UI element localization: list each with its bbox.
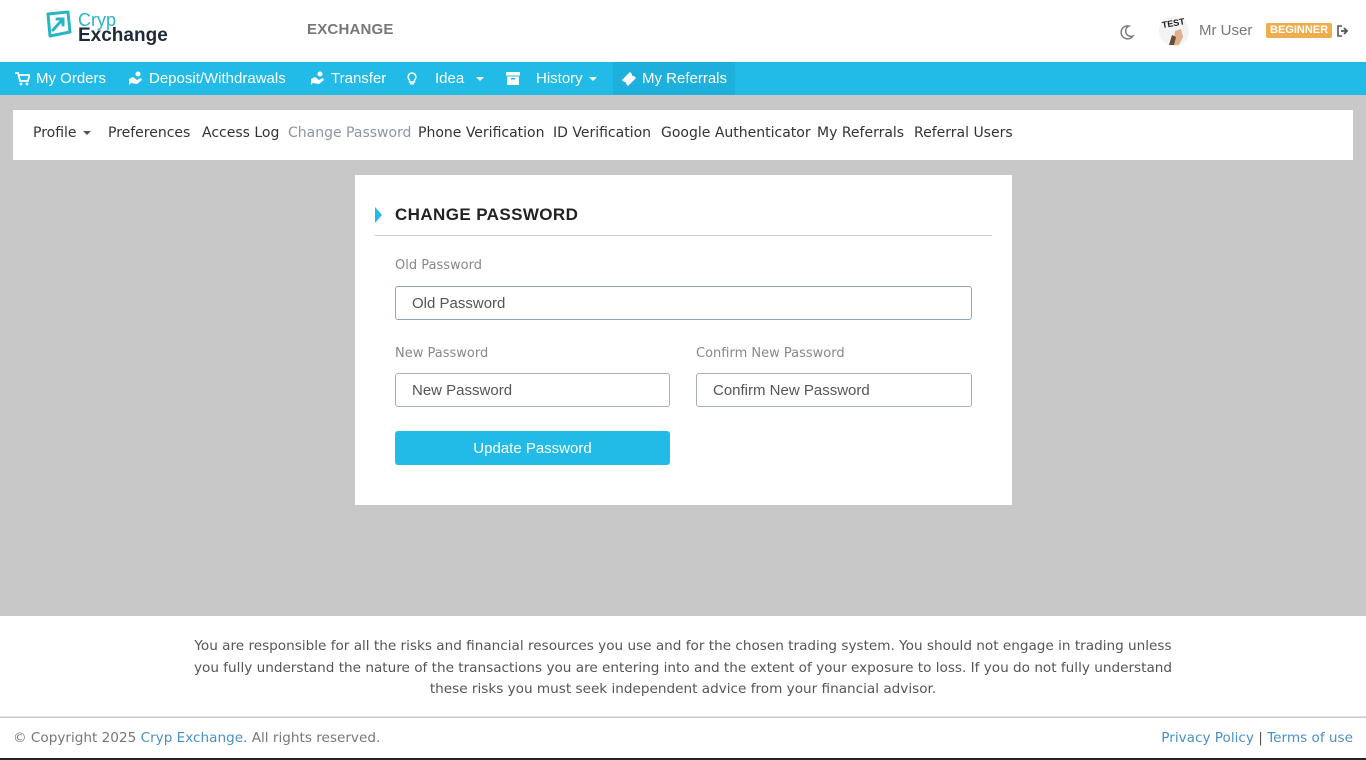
change-password-card: CHANGE PASSWORD Old Password New Passwor… <box>355 175 1012 505</box>
card-title: CHANGE PASSWORD <box>395 205 579 224</box>
ticket-icon <box>622 72 636 86</box>
nav-label: History <box>536 70 583 87</box>
copyright-prefix: © Copyright 2025 <box>13 730 141 746</box>
copyright-suffix: . All rights reserved. <box>243 730 381 746</box>
nav-item-deposit-withdrawals[interactable]: Deposit/Withdrawals <box>128 62 286 95</box>
top-header: Cryp Exchange EXCHANGE TEST Mr User BEGI… <box>0 0 1366 62</box>
logo-text-line2: Exchange <box>78 25 168 46</box>
tab-phone-verification[interactable]: Phone Verification <box>418 125 544 141</box>
archive-icon <box>506 72 520 85</box>
nav-label: Idea <box>435 70 465 87</box>
chevron-down-icon <box>82 131 91 135</box>
tab-referral-users[interactable]: Referral Users <box>914 125 1013 141</box>
nav-item-my-orders[interactable]: My Orders <box>15 62 106 95</box>
copyright: © Copyright 2025 Cryp Exchange. All righ… <box>13 730 380 746</box>
nav-item-my-referrals[interactable]: My Referrals <box>613 62 736 95</box>
terms-of-use-link[interactable]: Terms of use <box>1267 730 1353 746</box>
caret-right-icon <box>375 207 382 223</box>
tab-preferences[interactable]: Preferences <box>108 125 190 141</box>
tab-google-authenticator[interactable]: Google Authenticator <box>661 125 811 141</box>
chevron-down-icon <box>476 76 485 81</box>
link-separator: | <box>1258 730 1263 746</box>
confirm-password-label: Confirm New Password <box>696 346 845 361</box>
update-password-button[interactable]: Update Password <box>395 431 670 465</box>
exchange-link[interactable]: EXCHANGE <box>307 21 394 38</box>
main-nav: My Orders Deposit/Withdrawals Transfer I… <box>0 62 1366 95</box>
brand-logo[interactable]: Cryp Exchange <box>44 10 168 48</box>
brand-link[interactable]: Cryp Exchange <box>141 730 244 746</box>
tab-profile[interactable]: Profile <box>33 125 91 141</box>
lightbulb-icon <box>407 71 417 84</box>
privacy-policy-link[interactable]: Privacy Policy <box>1161 730 1254 746</box>
disclaimer-text: You are responsible for all the risks an… <box>193 638 1173 697</box>
nav-label: Transfer <box>331 70 387 87</box>
nav-label: Deposit/Withdrawals <box>149 70 286 87</box>
old-password-input[interactable] <box>395 286 972 320</box>
chevron-down-icon <box>588 76 597 81</box>
page-footer: © Copyright 2025 Cryp Exchange. All righ… <box>0 718 1366 760</box>
tab-change-password[interactable]: Change Password <box>288 125 411 141</box>
user-name[interactable]: Mr User <box>1199 22 1252 39</box>
nav-item-idea[interactable]: Idea <box>407 62 485 95</box>
nav-item-history[interactable]: History <box>506 62 597 95</box>
tab-my-referrals[interactable]: My Referrals <box>817 125 904 141</box>
tab-id-verification[interactable]: ID Verification <box>553 125 651 141</box>
hand-coin-icon <box>311 71 324 85</box>
avatar[interactable]: TEST <box>1159 15 1189 47</box>
nav-label: My Referrals <box>642 70 728 87</box>
nav-label: My Orders <box>36 70 107 87</box>
cart-icon <box>15 71 30 85</box>
nav-item-transfer[interactable]: Transfer <box>310 62 386 95</box>
moon-icon[interactable] <box>1118 23 1136 41</box>
logo-icon <box>46 10 72 38</box>
hand-coin-icon <box>129 71 142 85</box>
account-subnav: Profile Preferences Access Log Change Pa… <box>13 110 1353 160</box>
logout-icon[interactable] <box>1336 24 1350 38</box>
level-badge: BEGINNER <box>1266 23 1333 38</box>
tab-access-log[interactable]: Access Log <box>202 125 279 141</box>
risk-disclaimer: You are responsible for all the risks an… <box>0 616 1366 717</box>
new-password-input[interactable] <box>395 373 670 407</box>
footer-links: Privacy Policy | Terms of use <box>1161 730 1353 746</box>
confirm-password-input[interactable] <box>696 373 972 407</box>
old-password-label: Old Password <box>395 258 482 273</box>
new-password-label: New Password <box>395 346 489 361</box>
